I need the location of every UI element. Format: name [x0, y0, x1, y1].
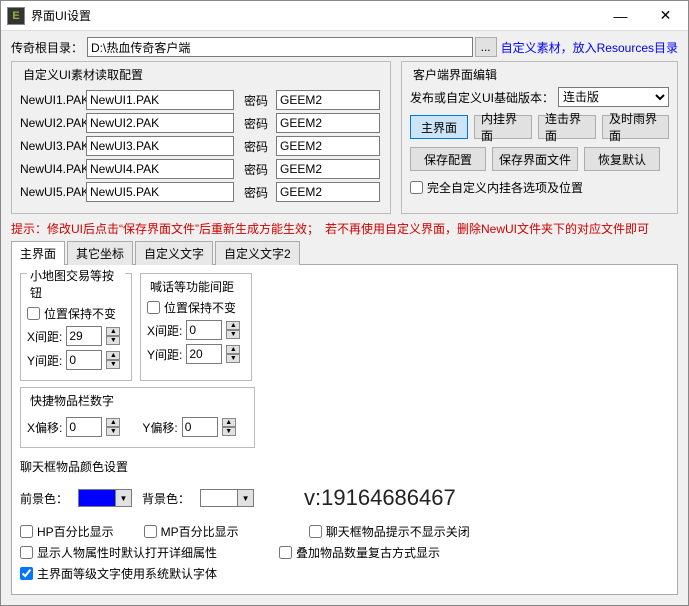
tab-3[interactable]: 自定义文字2 [215, 241, 300, 265]
close-button[interactable]: ✕ [643, 2, 688, 30]
spin-down[interactable]: ▼ [106, 427, 120, 436]
pak-label-4: NewUI5.PAK [20, 185, 82, 199]
root-label: 传奇根目录： [11, 39, 87, 56]
level-font-checkbox[interactable] [20, 567, 33, 580]
resources-hint: 自定义素材，放入Resources目录 [501, 39, 678, 56]
version-select[interactable]: 连击版 [558, 87, 669, 107]
group-b-title: 喊话等功能间距 [147, 278, 237, 295]
fg-color-picker[interactable]: ▼ [78, 488, 132, 508]
spin-down[interactable]: ▼ [226, 354, 240, 363]
ui-section-button[interactable]: 主界面 [410, 115, 468, 139]
spin-down[interactable]: ▼ [222, 427, 236, 436]
group-a-keep-checkbox[interactable] [27, 307, 40, 320]
group-c-title: 快捷物品栏数字 [27, 392, 117, 409]
pak-file-input-3[interactable] [86, 159, 234, 179]
pak-label-3: NewUI4.PAK [20, 162, 82, 176]
action-button[interactable]: 恢复默认 [584, 147, 660, 171]
window-title: 界面UI设置 [31, 7, 598, 24]
pak-pw-input-1[interactable] [276, 113, 380, 133]
chevron-down-icon[interactable]: ▼ [116, 489, 132, 507]
pak-file-input-1[interactable] [86, 113, 234, 133]
pak-file-input-0[interactable] [86, 90, 234, 110]
pw-label: 密码 [244, 184, 272, 201]
action-button[interactable]: 保存界面文件 [492, 147, 578, 171]
chat-item-tip-checkbox[interactable] [309, 525, 322, 538]
pak-label-2: NewUI3.PAK [20, 139, 82, 153]
tab-0[interactable]: 主界面 [11, 241, 65, 265]
spin-up[interactable]: ▲ [222, 418, 236, 427]
bg-color-picker[interactable]: ▼ [200, 488, 254, 508]
watermark-text: v:19164686467 [304, 485, 456, 511]
browse-button[interactable]: ... [475, 37, 497, 57]
pak-file-input-4[interactable] [86, 182, 234, 202]
group-a-title: 小地图交易等按钮 [27, 267, 125, 301]
group-c-y-input[interactable] [182, 417, 218, 437]
pw-label: 密码 [244, 115, 272, 132]
pak-pw-input-2[interactable] [276, 136, 380, 156]
app-icon: E [7, 7, 25, 25]
mp-percent-checkbox[interactable] [144, 525, 157, 538]
version-label: 发布或自定义UI基础版本： [410, 89, 554, 106]
show-attr-checkbox[interactable] [20, 546, 33, 559]
spin-up[interactable]: ▲ [106, 418, 120, 427]
group-a-x-input[interactable] [66, 326, 102, 346]
pak-pw-input-4[interactable] [276, 182, 380, 202]
group-a-y-input[interactable] [66, 350, 102, 370]
spin-down[interactable]: ▼ [226, 330, 240, 339]
spin-up[interactable]: ▲ [106, 327, 120, 336]
ui-section-button[interactable]: 及时雨界面 [602, 115, 669, 139]
group-b-x-input[interactable] [186, 320, 222, 340]
spin-up[interactable]: ▲ [226, 321, 240, 330]
ui-section-button[interactable]: 内挂界面 [474, 115, 532, 139]
left-box-title: 自定义UI素材读取配置 [20, 66, 146, 83]
spin-down[interactable]: ▼ [106, 336, 120, 345]
pak-pw-input-3[interactable] [276, 159, 380, 179]
group-b-y-input[interactable] [186, 344, 222, 364]
root-path-input[interactable] [87, 37, 473, 57]
pw-label: 密码 [244, 92, 272, 109]
group-b-keep-checkbox[interactable] [147, 301, 160, 314]
tab-1[interactable]: 其它坐标 [67, 241, 133, 265]
pak-file-input-2[interactable] [86, 136, 234, 156]
action-button[interactable]: 保存配置 [410, 147, 486, 171]
chevron-down-icon[interactable]: ▼ [238, 489, 254, 507]
spin-up[interactable]: ▲ [106, 351, 120, 360]
hint-prefix: 提示： [11, 222, 47, 236]
pw-label: 密码 [244, 161, 272, 178]
hint-text: 修改UI后点击“保存界面文件”后重新生成方能生效； 若不再使用自定义界面，删除N… [47, 222, 649, 236]
minimize-button[interactable]: — [598, 2, 643, 30]
right-box-title: 客户端界面编辑 [410, 66, 500, 83]
spin-down[interactable]: ▼ [106, 360, 120, 369]
color-section-title: 聊天框物品颜色设置 [20, 458, 669, 475]
spin-up[interactable]: ▲ [226, 345, 240, 354]
hp-percent-checkbox[interactable] [20, 525, 33, 538]
pw-label: 密码 [244, 138, 272, 155]
full-custom-label: 完全自定义内挂各选项及位置 [427, 179, 583, 196]
full-custom-checkbox[interactable] [410, 181, 423, 194]
ui-section-button[interactable]: 连击界面 [538, 115, 596, 139]
pak-label-1: NewUI2.PAK [20, 116, 82, 130]
pak-pw-input-0[interactable] [276, 90, 380, 110]
group-c-x-input[interactable] [66, 417, 102, 437]
stack-count-checkbox[interactable] [279, 546, 292, 559]
tab-2[interactable]: 自定义文字 [135, 241, 213, 265]
pak-label-0: NewUI1.PAK [20, 93, 82, 107]
